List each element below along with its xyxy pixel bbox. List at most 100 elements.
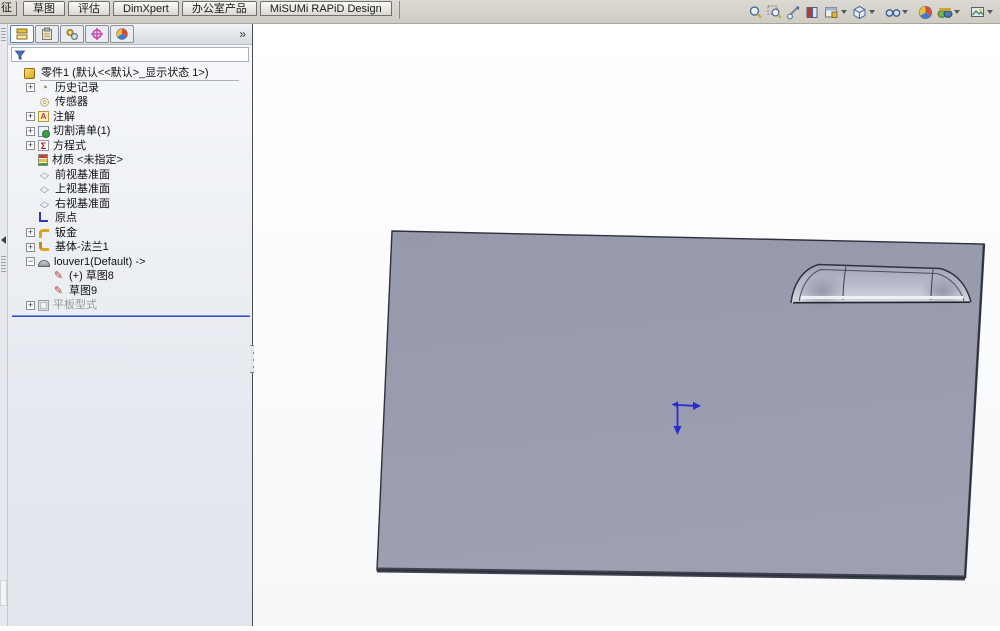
tree-item[interactable]: +方程式 [10, 139, 252, 154]
edge-scroll-thumb[interactable] [0, 580, 7, 606]
configuration-manager-tab[interactable] [60, 25, 84, 43]
tree-item[interactable]: + 历史记录 [10, 81, 252, 96]
tab-divider [399, 1, 400, 19]
rollback-bar[interactable] [12, 315, 250, 317]
indent-spacer [26, 199, 35, 208]
indent-spacer [26, 98, 35, 107]
material-icon [38, 154, 48, 166]
collapse-arrow-icon[interactable] [1, 236, 6, 244]
tree-item[interactable]: 材质 <未指定> [10, 153, 252, 168]
sketch-icon [52, 270, 65, 283]
minus-expand-box[interactable]: − [26, 257, 35, 266]
apply-scene-caret-icon[interactable] [954, 10, 960, 14]
display-style-caret-icon[interactable] [869, 10, 875, 14]
eq-icon [38, 140, 49, 151]
tab-dimxpert[interactable]: DimXpert [113, 1, 179, 16]
tree-item[interactable]: 原点 [10, 211, 252, 226]
louver-feature[interactable] [791, 265, 971, 309]
filter-funnel-icon [14, 49, 26, 61]
tree-item-label: 上视基准面 [54, 182, 110, 197]
flange-icon [39, 242, 49, 251]
display-manager-tab[interactable] [110, 25, 134, 43]
tree-filter-input[interactable] [26, 49, 246, 61]
indent-spacer [26, 185, 35, 194]
indent-spacer [26, 214, 35, 223]
tree-item[interactable]: + 钣金 [10, 226, 252, 241]
tree-item[interactable]: 零件1 (默认<<默认>_显示状态 1>) [10, 66, 252, 81]
plus-expand-box[interactable]: + [26, 83, 35, 92]
tree-item-label: 传感器 [54, 95, 88, 110]
plane-icon [38, 197, 51, 210]
tree-item-label: 历史记录 [54, 81, 99, 96]
display-style-icon[interactable] [850, 3, 869, 22]
manager-tab-bar: » [8, 24, 252, 45]
part-3d-view [254, 24, 1000, 626]
graphics-area[interactable] [254, 24, 1000, 626]
panel-grab-handle-2[interactable] [1, 256, 6, 272]
tree-item[interactable]: 前视基准面 [10, 168, 252, 183]
tree-item-label: 前视基准面 [54, 168, 110, 183]
plus-expand-box[interactable]: + [26, 127, 35, 136]
heads-up-toolbar [746, 2, 996, 22]
panel-edge-strip [0, 24, 8, 626]
plus-expand-box[interactable]: + [26, 301, 35, 310]
cutlist-icon [38, 126, 49, 137]
tree-item[interactable]: + 平板型式 [10, 298, 252, 313]
apply-scene-icon[interactable] [935, 3, 954, 22]
indent-spacer [26, 170, 35, 179]
view-orientation-caret-icon[interactable] [841, 10, 847, 14]
tree-item-label: 基体-法兰1 [54, 240, 109, 255]
tab-sketch[interactable]: 草图 [23, 1, 65, 16]
zoom-to-area-icon[interactable] [765, 3, 784, 22]
feature-manager-tab[interactable] [10, 25, 34, 43]
previous-view-icon[interactable] [784, 3, 803, 22]
panel-grab-handle[interactable] [1, 28, 6, 42]
indent-spacer [40, 286, 49, 295]
plane-icon [38, 168, 51, 181]
section-view-icon[interactable] [803, 3, 822, 22]
dimxpert-manager-tab[interactable] [85, 25, 109, 43]
tree-item[interactable]: 传感器 [10, 95, 252, 110]
tree-item[interactable]: (+) 草图8 [10, 269, 252, 284]
sketch-icon [52, 284, 65, 297]
sensor-icon [38, 96, 51, 109]
edit-appearance-icon[interactable] [916, 3, 935, 22]
tree-item[interactable]: − louver1(Default) -> [10, 255, 252, 270]
plus-expand-box[interactable]: + [26, 228, 35, 237]
tab-office-products[interactable]: 办公室产品 [182, 1, 257, 16]
plus-expand-box[interactable]: + [26, 243, 35, 252]
tab-misumi-rapid-design[interactable]: MiSUMi RAPiD Design [260, 1, 392, 16]
hide-show-items-caret-icon[interactable] [902, 10, 908, 14]
plus-expand-box[interactable]: + [26, 141, 35, 150]
tree-item-label: 草图9 [68, 284, 97, 299]
property-manager-tab[interactable] [35, 25, 59, 43]
tree-item[interactable]: 上视基准面 [10, 182, 252, 197]
indent-spacer [12, 69, 21, 78]
tree-item[interactable]: + 注解 [10, 110, 252, 125]
hide-show-items-icon[interactable] [883, 3, 902, 22]
tree-item-label: 钣金 [54, 226, 77, 241]
indent-spacer [26, 156, 35, 165]
tree-item-label: louver1(Default) -> [53, 255, 145, 270]
part-icon [24, 68, 35, 79]
tree-item-label: 右视基准面 [54, 197, 110, 212]
tab-evaluate[interactable]: 评估 [68, 1, 110, 16]
tree-item[interactable]: + 切割清单(1) [10, 124, 252, 139]
view-orientation-icon[interactable] [822, 3, 841, 22]
tree-item-label: 平板型式 [52, 298, 97, 313]
plane-icon [38, 183, 51, 196]
view-settings-caret-icon[interactable] [987, 10, 993, 14]
zoom-to-fit-icon[interactable] [746, 3, 765, 22]
plus-expand-box[interactable]: + [26, 112, 35, 121]
tree-item[interactable]: 右视基准面 [10, 197, 252, 212]
manager-overflow-button[interactable]: » [235, 27, 250, 41]
tree-item-label: 注解 [52, 110, 75, 125]
view-settings-icon[interactable] [968, 3, 987, 22]
history-icon [38, 81, 51, 94]
tree-item-label: 切割清单(1) [52, 124, 110, 139]
tab-features-partial[interactable]: 征 [0, 1, 17, 16]
indent-spacer [40, 272, 49, 281]
tree-item[interactable]: + 基体-法兰1 [10, 240, 252, 255]
tree-item-label: 原点 [54, 211, 77, 226]
tree-item[interactable]: 草图9 [10, 284, 252, 299]
